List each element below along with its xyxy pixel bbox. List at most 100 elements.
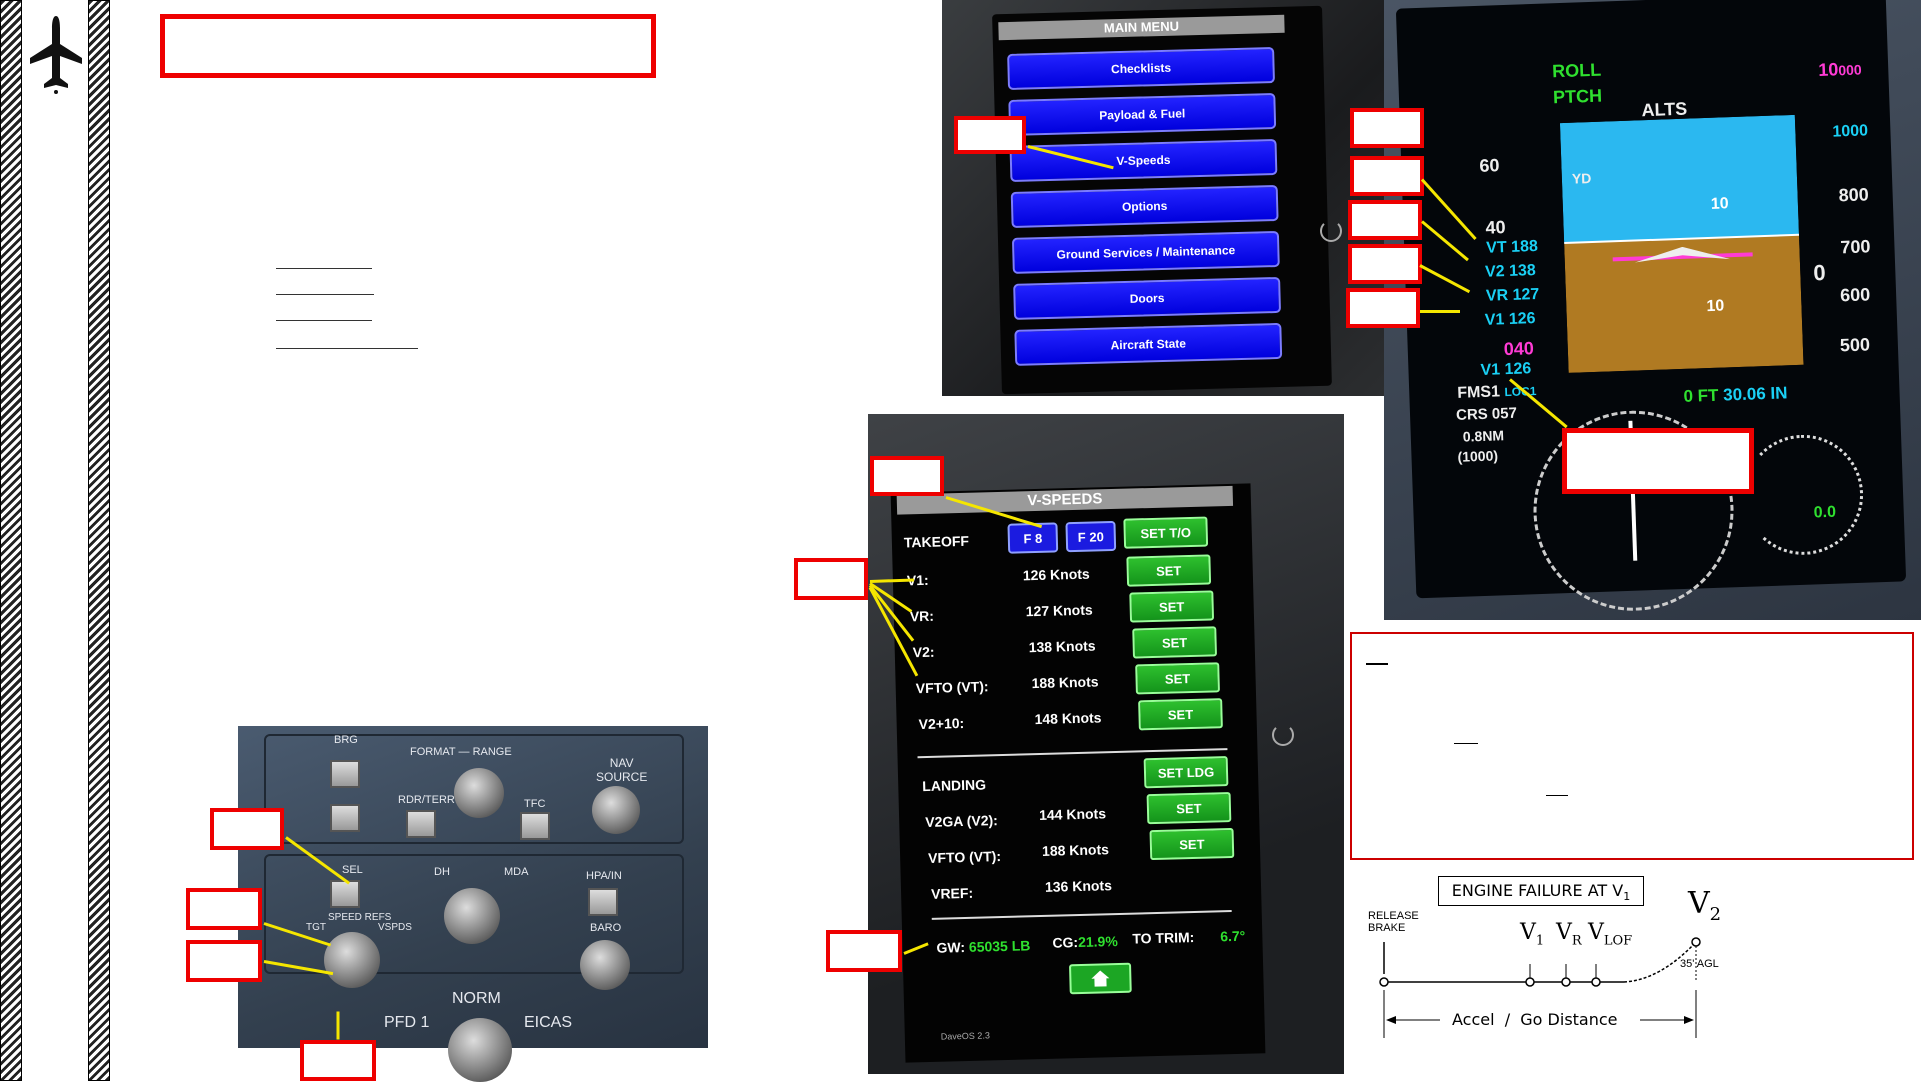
flap-20-button[interactable]: F 20 bbox=[1065, 520, 1117, 553]
minimums-knob[interactable] bbox=[444, 888, 500, 944]
home-button[interactable] bbox=[1069, 962, 1132, 995]
menu-checklists-button[interactable]: Checklists bbox=[1007, 47, 1275, 90]
sidebar-stripe-right bbox=[88, 0, 110, 1081]
v1-set-button[interactable]: SET bbox=[1126, 554, 1212, 587]
v2ga-set-button[interactable]: SET bbox=[1146, 792, 1232, 825]
vspeeds-title: V-SPEEDS bbox=[896, 485, 1234, 515]
main-menu-photo: MAIN MENU Checklists Payload & Fuel V-Sp… bbox=[942, 0, 1386, 396]
takeoff-profile-diagram bbox=[1379, 937, 1701, 1038]
pfd-alt-select: 10000 bbox=[1817, 59, 1862, 81]
pfd-alts: ALTS bbox=[1641, 98, 1688, 121]
callout-box bbox=[826, 930, 902, 972]
v2ga-value: 144 Knots bbox=[1038, 805, 1107, 824]
sel-button[interactable] bbox=[330, 880, 360, 908]
menu-ground-services-button[interactable]: Ground Services / Maintenance bbox=[1011, 230, 1280, 274]
v2-label: V2: bbox=[912, 643, 935, 661]
flap-8-button[interactable]: F 8 bbox=[1007, 522, 1059, 554]
hpa-in-button[interactable] bbox=[588, 888, 618, 916]
v1-value: 126 Knots bbox=[1022, 565, 1090, 584]
airplane-icon bbox=[28, 14, 84, 94]
pfd-pitch: PTCH bbox=[1552, 85, 1603, 108]
vr-value: 127 Knots bbox=[1025, 601, 1093, 620]
vs-scale-500: 500 bbox=[1839, 334, 1871, 356]
vs-gauge bbox=[1741, 432, 1866, 557]
vfto-set-button[interactable]: SET bbox=[1135, 662, 1220, 695]
vref-value: 136 Knots bbox=[1044, 877, 1113, 895]
callout-box bbox=[1562, 428, 1754, 494]
landing-label: LANDING bbox=[922, 776, 987, 795]
pitch-mark-up: 10 bbox=[1710, 195, 1729, 213]
menu-doors-button[interactable]: Doors bbox=[1013, 276, 1281, 320]
blank-line bbox=[276, 320, 372, 321]
vfto-ldg-label: VFTO (VT): bbox=[927, 848, 1002, 866]
v2-label: V2 bbox=[1688, 886, 1722, 925]
menu-payload-fuel-button[interactable]: Payload & Fuel bbox=[1008, 92, 1277, 136]
rdr-terr-label: RDR/TERR bbox=[398, 794, 455, 806]
callout-box bbox=[1346, 288, 1420, 328]
speed-tick-40: 40 bbox=[1485, 217, 1506, 238]
callout-box bbox=[954, 116, 1026, 154]
blank-line bbox=[276, 294, 374, 295]
blank-line bbox=[1546, 795, 1568, 796]
brg-button-lower[interactable] bbox=[330, 804, 360, 832]
vfto-label: VFTO (VT): bbox=[915, 678, 989, 697]
set-to-button[interactable]: SET T/O bbox=[1123, 516, 1209, 549]
pfd1-label: PFD 1 bbox=[384, 1014, 430, 1031]
tgt-label: TGT bbox=[306, 922, 326, 933]
reversion-knob[interactable] bbox=[448, 1018, 512, 1082]
os-version: DaveOS 2.3 bbox=[940, 1030, 991, 1042]
divider bbox=[931, 910, 1232, 920]
speed-refs-knob[interactable] bbox=[324, 932, 380, 988]
power-icon[interactable] bbox=[1320, 220, 1342, 242]
v2plus10-set-button[interactable]: SET bbox=[1138, 698, 1223, 731]
alt-zero: 0 bbox=[1812, 259, 1827, 286]
baro-knob[interactable] bbox=[580, 940, 630, 990]
vs-scale-800: 800 bbox=[1838, 184, 1870, 206]
course: CRS 057 bbox=[1455, 404, 1518, 424]
vr-label: VR: bbox=[909, 607, 935, 625]
cg-readout: CG:21.9% bbox=[1052, 933, 1118, 951]
hpa-in-label: HPA/IN bbox=[586, 870, 622, 882]
set-ldg-button[interactable]: SET LDG bbox=[1143, 756, 1229, 789]
pfd-roll: ROLL bbox=[1551, 59, 1602, 82]
menu-options-button[interactable]: Options bbox=[1010, 184, 1279, 228]
bug-vt: VT 188 bbox=[1485, 237, 1539, 257]
v2-value: 138 Knots bbox=[1028, 637, 1096, 656]
attitude-indicator: 10 10 YD bbox=[1559, 114, 1804, 373]
callout-arrow bbox=[336, 1011, 340, 1040]
vs-scale-600: 600 bbox=[1839, 284, 1871, 306]
blank-line bbox=[276, 268, 372, 269]
power-icon[interactable] bbox=[1272, 724, 1294, 746]
brg-button-upper[interactable] bbox=[330, 760, 360, 788]
nav-source-knob[interactable] bbox=[592, 786, 640, 834]
callout-box bbox=[870, 456, 944, 496]
speed-tick-60: 60 bbox=[1479, 155, 1500, 176]
tfc-button[interactable] bbox=[520, 812, 550, 840]
callout-box bbox=[186, 940, 262, 982]
menu-aircraft-state-button[interactable]: Aircraft State bbox=[1014, 322, 1283, 366]
sel-label: SEL bbox=[342, 864, 363, 876]
gw-readout: GW: 65035 LB bbox=[936, 937, 1031, 956]
rdr-terr-button[interactable] bbox=[406, 810, 436, 838]
engine-failure-title-box: ENGINE FAILURE AT V1 bbox=[1438, 876, 1644, 906]
takeoff-label: TAKEOFF bbox=[903, 532, 970, 551]
v2plus10-label: V2+10: bbox=[918, 714, 965, 733]
distance: 0.8NM bbox=[1462, 427, 1505, 445]
pitch-mark-down: 10 bbox=[1706, 297, 1725, 316]
format-range-knob[interactable] bbox=[454, 768, 504, 818]
distance-alt: (1000) bbox=[1457, 447, 1499, 465]
yaw-damper: YD bbox=[1571, 170, 1592, 187]
baro-setting: 0 FT 30.06 IN bbox=[1683, 383, 1788, 406]
v2-set-button[interactable]: SET bbox=[1132, 626, 1217, 659]
callout-box bbox=[300, 1040, 376, 1081]
eicas-label: EICAS bbox=[524, 1014, 573, 1031]
accel-go-distance-label: Accel / Go Distance bbox=[1452, 1010, 1618, 1029]
norm-label: NORM bbox=[452, 990, 501, 1007]
callout-box bbox=[1350, 156, 1424, 196]
blank-line bbox=[1366, 663, 1388, 665]
blank-line bbox=[276, 348, 418, 349]
vfto-ldg-set-button[interactable]: SET bbox=[1149, 827, 1235, 861]
menu-vspeeds-button[interactable]: V-Speeds bbox=[1009, 138, 1278, 182]
vr-set-button[interactable]: SET bbox=[1129, 590, 1215, 623]
heading-bug-readout: 040 bbox=[1503, 338, 1535, 360]
